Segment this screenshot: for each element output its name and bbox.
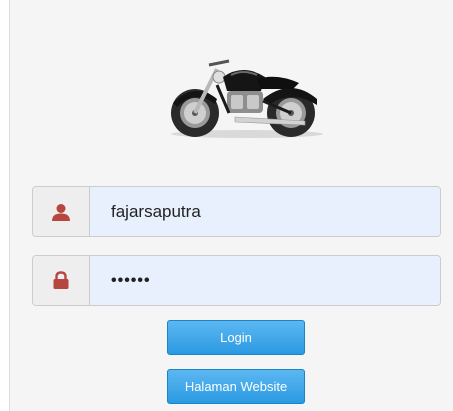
lock-icon bbox=[53, 271, 69, 289]
password-field[interactable] bbox=[90, 256, 440, 305]
password-addon bbox=[33, 256, 90, 305]
login-panel: Login Halaman Website bbox=[9, 0, 453, 411]
username-addon bbox=[33, 187, 90, 236]
user-icon bbox=[52, 203, 70, 221]
password-group bbox=[32, 255, 441, 306]
login-button[interactable]: Login bbox=[167, 320, 305, 355]
username-field[interactable] bbox=[90, 187, 440, 236]
website-button[interactable]: Halaman Website bbox=[167, 369, 305, 404]
username-group bbox=[32, 186, 441, 237]
motorcycle-icon bbox=[171, 59, 323, 138]
